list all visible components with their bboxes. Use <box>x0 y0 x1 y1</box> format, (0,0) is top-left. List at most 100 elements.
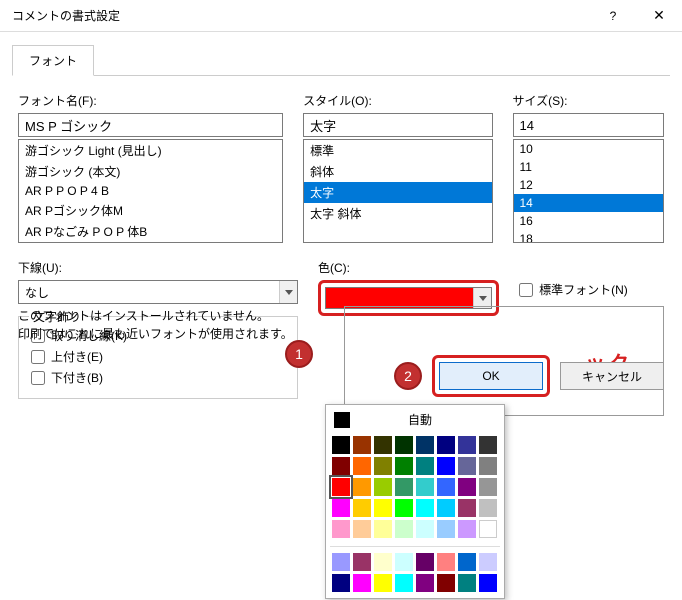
color-swatch[interactable] <box>479 574 497 592</box>
color-swatch[interactable] <box>458 457 476 475</box>
color-palette-recent[interactable] <box>330 546 500 594</box>
list-item[interactable]: 太字 <box>304 182 491 203</box>
close-icon: ✕ <box>653 7 665 24</box>
color-swatch[interactable] <box>353 478 371 496</box>
list-item[interactable]: 游ゴシック (本文) <box>19 161 282 182</box>
color-swatch[interactable] <box>353 457 371 475</box>
color-swatch[interactable] <box>458 499 476 517</box>
color-swatch[interactable] <box>332 553 350 571</box>
color-swatch[interactable] <box>416 553 434 571</box>
color-swatch[interactable] <box>353 436 371 454</box>
color-swatch[interactable] <box>416 457 434 475</box>
help-button[interactable]: ? <box>590 0 636 32</box>
color-swatch[interactable] <box>395 553 413 571</box>
color-auto-option[interactable]: 自動 <box>330 409 500 434</box>
color-swatch[interactable] <box>374 436 392 454</box>
list-item[interactable]: 14 <box>514 194 664 212</box>
color-swatch[interactable] <box>437 553 455 571</box>
list-item[interactable]: 標準 <box>304 140 491 161</box>
list-item[interactable]: 游ゴシック Light (見出し) <box>19 140 282 161</box>
color-swatch[interactable] <box>395 574 413 592</box>
close-button[interactable]: ✕ <box>636 0 682 32</box>
style-input[interactable] <box>303 113 492 137</box>
annotation-badge-2: 2 <box>394 362 422 390</box>
color-swatch[interactable] <box>479 478 497 496</box>
subscript-checkbox[interactable]: 下付き(B) <box>31 367 285 388</box>
list-item[interactable]: 16 <box>514 212 664 230</box>
color-swatch[interactable] <box>353 499 371 517</box>
chevron-down-icon <box>479 296 487 301</box>
color-swatch[interactable] <box>437 436 455 454</box>
color-swatch[interactable] <box>416 478 434 496</box>
color-swatch[interactable] <box>458 574 476 592</box>
color-swatch[interactable] <box>332 457 350 475</box>
color-swatch[interactable] <box>332 478 350 496</box>
list-item[interactable]: 11 <box>514 158 664 176</box>
color-swatch[interactable] <box>479 457 497 475</box>
size-label: サイズ(S): <box>513 92 665 109</box>
color-swatch[interactable] <box>395 436 413 454</box>
superscript-checkbox[interactable]: 上付き(E) <box>31 346 285 367</box>
color-swatch[interactable] <box>395 520 413 538</box>
list-item[interactable]: AR Pハイカラ P O P 体H <box>19 242 282 243</box>
color-swatch[interactable] <box>332 574 350 592</box>
color-swatch[interactable] <box>437 520 455 538</box>
style-list[interactable]: 標準斜体太字太字 斜体 <box>303 139 492 243</box>
color-swatch[interactable] <box>437 499 455 517</box>
color-swatch[interactable] <box>416 520 434 538</box>
color-palette-main[interactable] <box>330 434 500 540</box>
color-swatch[interactable] <box>374 457 392 475</box>
color-swatch[interactable] <box>479 436 497 454</box>
color-picker-popup[interactable]: 自動 <box>325 404 505 599</box>
underline-combo[interactable]: なし <box>18 280 298 304</box>
normal-font-checkbox[interactable]: 標準フォント(N) <box>519 279 664 300</box>
font-name-label: フォント名(F): <box>18 92 283 109</box>
color-swatch[interactable] <box>458 436 476 454</box>
color-swatch[interactable] <box>395 457 413 475</box>
ok-button[interactable]: OK <box>439 362 543 390</box>
tab-font[interactable]: フォント <box>12 45 94 76</box>
color-swatch[interactable] <box>458 553 476 571</box>
size-input[interactable] <box>513 113 665 137</box>
cancel-button[interactable]: キャンセル <box>560 362 664 390</box>
color-swatch[interactable] <box>332 520 350 538</box>
color-swatch[interactable] <box>416 436 434 454</box>
color-swatch[interactable] <box>374 553 392 571</box>
color-swatch[interactable] <box>353 520 371 538</box>
color-swatch[interactable] <box>374 478 392 496</box>
underline-dropdown-button[interactable] <box>279 281 297 303</box>
color-swatch[interactable] <box>479 499 497 517</box>
color-swatch[interactable] <box>353 574 371 592</box>
color-swatch[interactable] <box>332 499 350 517</box>
color-swatch[interactable] <box>374 574 392 592</box>
footer-note: このフォントはインストールされていません。 印刷ではこれに最も近いフォントが使用… <box>18 307 293 343</box>
color-swatch[interactable] <box>416 499 434 517</box>
color-swatch[interactable] <box>437 457 455 475</box>
color-swatch[interactable] <box>458 478 476 496</box>
list-item[interactable]: AR Pなごみ P O P 体B <box>19 221 282 242</box>
color-swatch[interactable] <box>353 553 371 571</box>
list-item[interactable]: 太字 斜体 <box>304 203 491 224</box>
color-swatch[interactable] <box>395 478 413 496</box>
size-list[interactable]: 101112141618 <box>513 139 665 243</box>
color-swatch[interactable] <box>479 553 497 571</box>
color-swatch[interactable] <box>437 478 455 496</box>
color-swatch[interactable] <box>374 520 392 538</box>
font-name-input[interactable] <box>18 113 283 137</box>
color-swatch[interactable] <box>479 520 497 538</box>
color-swatch[interactable] <box>332 436 350 454</box>
font-name-list[interactable]: 游ゴシック Light (見出し)游ゴシック (本文)AR P P O P 4 … <box>18 139 283 243</box>
list-item[interactable]: 斜体 <box>304 161 491 182</box>
color-swatch[interactable] <box>437 574 455 592</box>
list-item[interactable]: AR Pゴシック体M <box>19 200 282 221</box>
list-item[interactable]: 12 <box>514 176 664 194</box>
list-item[interactable]: 10 <box>514 140 664 158</box>
chevron-down-icon <box>285 290 293 295</box>
color-dropdown-button[interactable] <box>473 288 491 308</box>
color-swatch[interactable] <box>416 574 434 592</box>
list-item[interactable]: 18 <box>514 230 664 243</box>
list-item[interactable]: AR P P O P 4 B <box>19 182 282 200</box>
color-swatch[interactable] <box>395 499 413 517</box>
color-swatch[interactable] <box>374 499 392 517</box>
color-swatch[interactable] <box>458 520 476 538</box>
